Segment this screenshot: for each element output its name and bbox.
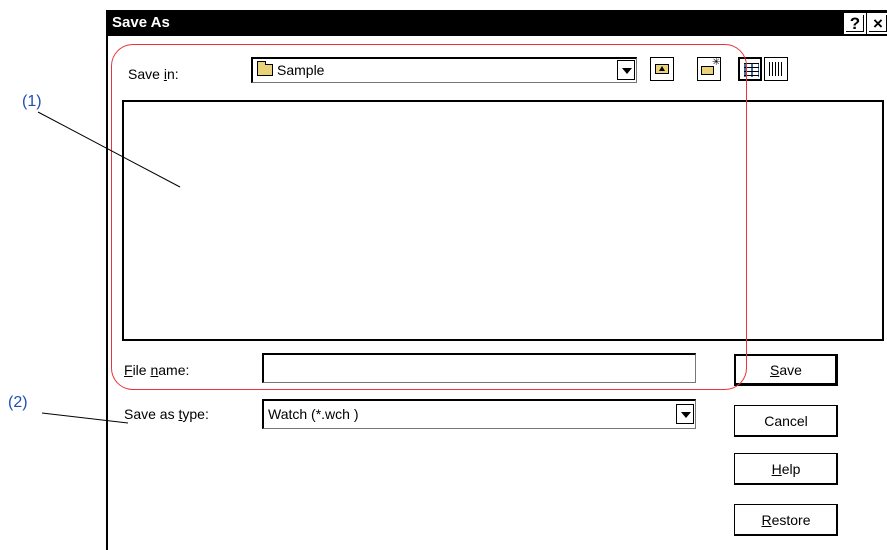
- close-button[interactable]: ×: [867, 13, 887, 34]
- cancel-button[interactable]: Cancel: [734, 405, 838, 437]
- folder-icon: [257, 61, 273, 76]
- new-folder-icon: [701, 57, 720, 75]
- save-in-value: Sample: [277, 62, 325, 78]
- save-in-dropdown[interactable]: Sample: [251, 57, 637, 83]
- save-in-label: Save in:: [128, 66, 179, 82]
- help-button[interactable]: Help: [734, 453, 838, 485]
- title-bar[interactable]: Save As ? ×: [106, 10, 887, 36]
- chevron-down-icon[interactable]: [617, 60, 635, 80]
- save-as-type-value: Watch (*.wch ): [268, 406, 359, 422]
- file-name-input[interactable]: [262, 353, 696, 383]
- list-view-button[interactable]: [738, 57, 762, 81]
- help-title-button[interactable]: ?: [844, 13, 866, 34]
- file-list[interactable]: [122, 100, 884, 341]
- save-as-type-dropdown[interactable]: Watch (*.wch ): [262, 399, 696, 429]
- save-button[interactable]: Save: [734, 354, 838, 386]
- create-new-folder-button[interactable]: [697, 57, 721, 81]
- details-view-icon: [769, 62, 784, 76]
- chevron-down-icon[interactable]: [676, 404, 694, 424]
- window-title: Save As: [112, 14, 170, 31]
- callout-2: (2): [8, 394, 28, 411]
- restore-button[interactable]: Restore: [734, 504, 838, 536]
- save-as-type-label: Save as type:: [124, 406, 209, 422]
- file-name-label: File name:: [124, 362, 190, 378]
- list-view-icon: [744, 63, 759, 77]
- folder-up-icon: [655, 64, 669, 74]
- callout-1: (1): [22, 93, 42, 110]
- details-view-button[interactable]: [764, 57, 788, 81]
- up-one-level-button[interactable]: [650, 57, 674, 81]
